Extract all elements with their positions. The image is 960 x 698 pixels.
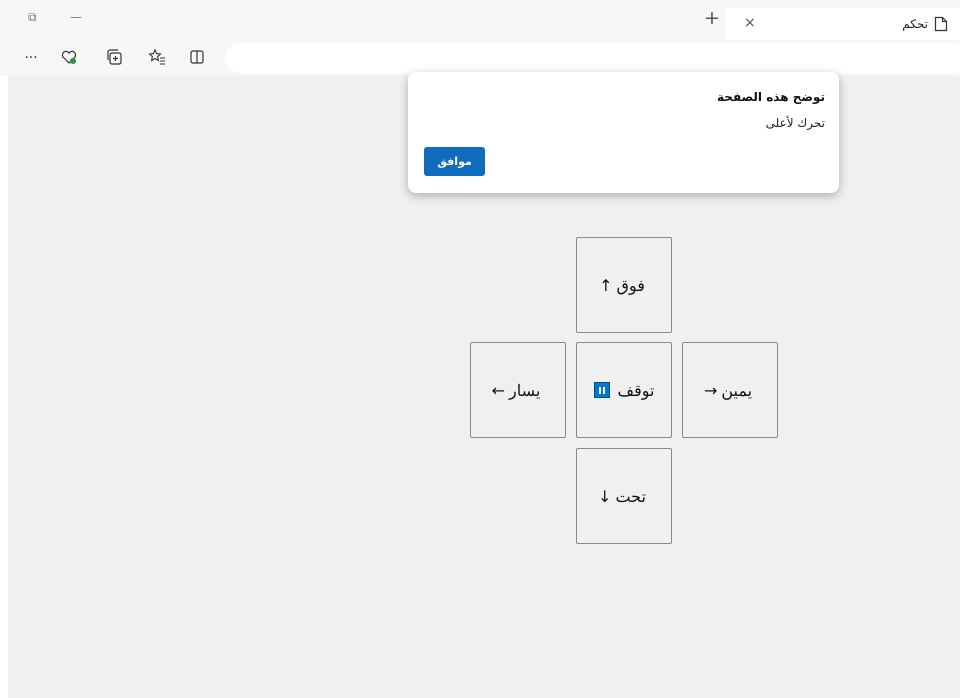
page-icon: [934, 16, 948, 32]
more-menu-icon[interactable]: ···: [20, 48, 42, 68]
heart-pulse-icon: [61, 50, 77, 64]
favorites-icon[interactable]: [146, 48, 168, 68]
collections-icon[interactable]: [104, 48, 126, 68]
down-label: تحت: [615, 486, 646, 506]
star-list-icon: [148, 48, 165, 65]
split-screen-icon[interactable]: [186, 48, 208, 68]
down-button[interactable]: تحت ↓: [576, 448, 672, 544]
add-collection-icon: [107, 49, 122, 65]
tab-active[interactable]: تحكم ×: [726, 8, 960, 40]
pause-icon: [593, 382, 610, 398]
up-button[interactable]: فوق ↑: [576, 237, 672, 333]
tab-title: تحكم: [902, 17, 928, 31]
new-tab-button[interactable]: +: [704, 9, 720, 28]
dialog-title: توضح هذه الصفحة: [717, 90, 825, 104]
minimize-icon[interactable]: —: [70, 10, 82, 24]
ok-button[interactable]: موافق: [424, 147, 485, 176]
arrow-right-icon: →: [703, 380, 718, 400]
arrow-left-icon: ←: [491, 380, 506, 400]
up-label: فوق: [616, 275, 645, 295]
arrow-down-icon: ↓: [598, 486, 612, 506]
split-view-icon: [190, 50, 204, 64]
tab-bar: ⧉ — + تحكم ×: [0, 0, 960, 40]
address-bar[interactable]: [225, 43, 960, 73]
right-button[interactable]: يمين →: [682, 342, 778, 438]
left-label: يسار: [509, 380, 541, 400]
restore-icon[interactable]: ⧉: [28, 10, 37, 25]
stop-label: توقف: [617, 380, 655, 400]
alert-dialog: توضح هذه الصفحة تحرك لأعلى موافق: [408, 72, 839, 193]
dialog-message: تحرك لأعلى: [765, 116, 825, 130]
browser-essentials-icon[interactable]: [58, 48, 80, 68]
right-label: يمين: [721, 380, 753, 400]
arrow-up-icon: ↑: [599, 275, 613, 295]
close-tab-icon[interactable]: ×: [744, 15, 756, 31]
left-button[interactable]: يسار ←: [470, 342, 566, 438]
stop-button[interactable]: توقف: [576, 342, 672, 438]
